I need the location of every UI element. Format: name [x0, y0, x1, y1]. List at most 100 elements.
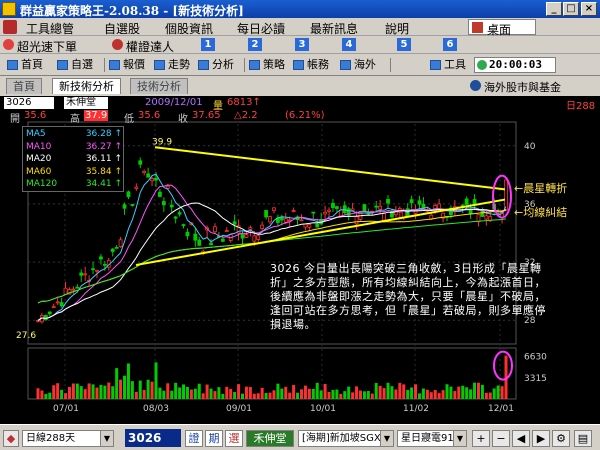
volume-bar [421, 388, 425, 399]
volume-bar [484, 392, 488, 399]
maximize-button[interactable]: □ [563, 2, 579, 16]
chevron-down-icon: ▼ [380, 431, 393, 446]
candle-body [59, 302, 64, 307]
market-selector[interactable]: [海期]新加坡SGX ▼ [298, 430, 394, 447]
menu-watchlist[interactable]: 自選股 [104, 20, 140, 37]
overseas-button[interactable]: 海外 [340, 57, 376, 73]
fast-order-link[interactable]: 超光速下單 [17, 38, 77, 55]
app-menu-icon[interactable] [3, 20, 17, 34]
candle-body [409, 199, 414, 204]
workspace-2-button[interactable]: 2 [248, 38, 262, 51]
tab-home[interactable]: 首頁 [6, 78, 42, 94]
low-value: 35.6 [138, 110, 161, 121]
futures-button[interactable]: 期 [205, 430, 223, 447]
workspace-4-button[interactable]: 4 [342, 38, 356, 51]
candle-body [311, 211, 316, 214]
desktop-icon [472, 22, 483, 33]
volume-bar [425, 389, 429, 399]
volume-bar [394, 389, 398, 399]
low-label: 低 [124, 114, 134, 125]
volume-tick-label: 6630 [524, 353, 547, 363]
menu-daily-reading[interactable]: 每日必讀 [237, 20, 285, 37]
volume-bar [130, 381, 134, 399]
volume-bar [461, 385, 465, 399]
volume-bar [362, 391, 366, 399]
securities-button[interactable]: 證 [185, 430, 203, 447]
minimize-button[interactable]: _ [546, 2, 562, 16]
time-tick-label: 08/03 [143, 404, 169, 414]
candle-body [122, 204, 127, 209]
watchlist-button[interactable]: 自選 [57, 57, 93, 73]
scroll-left-icon[interactable]: ◀ [512, 430, 530, 447]
quote-button[interactable]: 報價 [109, 57, 145, 73]
volume-bar [158, 387, 162, 399]
broker-selector[interactable]: 星日寢電912 ▼ [397, 430, 467, 447]
overseas-funds-link[interactable]: 海外股市與基金 [470, 79, 561, 95]
volume-bar [162, 390, 166, 399]
time-tick-label: 12/01 [488, 404, 514, 414]
menu-latest-news[interactable]: 最新訊息 [310, 20, 358, 37]
zoom-in-icon[interactable]: + [472, 430, 490, 447]
volume-bar [327, 391, 331, 399]
volume-bar [500, 386, 504, 399]
home-button[interactable]: 首頁 [7, 57, 43, 73]
print-icon[interactable]: ▤ [574, 430, 592, 447]
technical-chart[interactable]: 40 36 32 28 07/01 08/03 09/01 10/01 11/02 12/01 66… [0, 96, 600, 424]
tools-icon [430, 60, 441, 70]
desktop-selector[interactable]: 桌面 [468, 19, 536, 37]
strategy-button[interactable]: 策略 [249, 57, 285, 73]
candle-body [252, 235, 257, 242]
volume-bar [414, 384, 418, 399]
quote-icon [109, 60, 120, 70]
morning-star-callout: ←晨星轉折 [514, 182, 568, 195]
overseas-label: 海外 [354, 58, 376, 71]
tab-technical-analysis[interactable]: 技術分析 [130, 78, 188, 94]
candle-body [99, 256, 103, 260]
volume-bar [134, 391, 138, 399]
tab-new-technical-analysis[interactable]: 新技術分析 [52, 78, 121, 94]
volume-bar [189, 389, 193, 399]
open-value: 35.6 [24, 110, 47, 121]
stock-name-field: 禾伸堂 [64, 97, 108, 109]
scroll-right-icon[interactable]: ▶ [532, 430, 550, 447]
stock-code-input[interactable]: 3026 [125, 429, 181, 447]
menu-help[interactable]: 說明 [385, 20, 409, 37]
candle-body [142, 170, 147, 173]
menu-tools[interactable]: 工具總管 [26, 20, 74, 37]
volume-value: 6813↑ [227, 97, 261, 108]
workspace-3-button[interactable]: 3 [295, 38, 309, 51]
volume-bar [378, 385, 382, 399]
volume-bar [351, 392, 355, 399]
legend-value: 34.41 ↑ [85, 179, 122, 189]
settings-icon[interactable]: ⚙ [552, 430, 570, 447]
legend-row-ma5: MA5 36.28 ↑ [26, 129, 122, 141]
candle-body [193, 233, 198, 241]
options-button[interactable]: 選 [225, 430, 243, 447]
tools-button[interactable]: 工具 [430, 57, 466, 73]
volume-bar [166, 383, 170, 399]
period-selector[interactable]: 日線288天 ▼ [22, 430, 114, 447]
stock-code-field[interactable]: 3026 [4, 97, 54, 109]
alert-icon[interactable]: ◆ [3, 430, 19, 447]
volume-bar [170, 390, 174, 399]
volume-bar [115, 368, 119, 399]
workspace-6-button[interactable]: 6 [443, 38, 457, 51]
zoom-out-icon[interactable]: − [492, 430, 510, 447]
candle-body [55, 301, 60, 304]
trend-button[interactable]: 走勢 [154, 57, 190, 73]
candle-body [130, 204, 135, 206]
account-button[interactable]: 帳務 [293, 57, 329, 73]
workspace-1-button[interactable]: 1 [201, 38, 215, 51]
candle-body [362, 204, 367, 213]
warrant-expert-link[interactable]: 權證達人 [126, 38, 174, 55]
candle-body [126, 191, 131, 198]
candle-body [264, 210, 269, 218]
quick-access-bar: 超光速下單 權證達人 1 2 3 4 5 6 [0, 36, 600, 54]
close-button[interactable]: × [581, 2, 597, 16]
volume-bar [366, 390, 370, 399]
candle-body [484, 215, 489, 220]
menu-stock-info[interactable]: 個股資訊 [165, 20, 213, 37]
tools-label: 工具 [444, 58, 466, 71]
analysis-button[interactable]: 分析 [198, 57, 234, 73]
workspace-5-button[interactable]: 5 [397, 38, 411, 51]
